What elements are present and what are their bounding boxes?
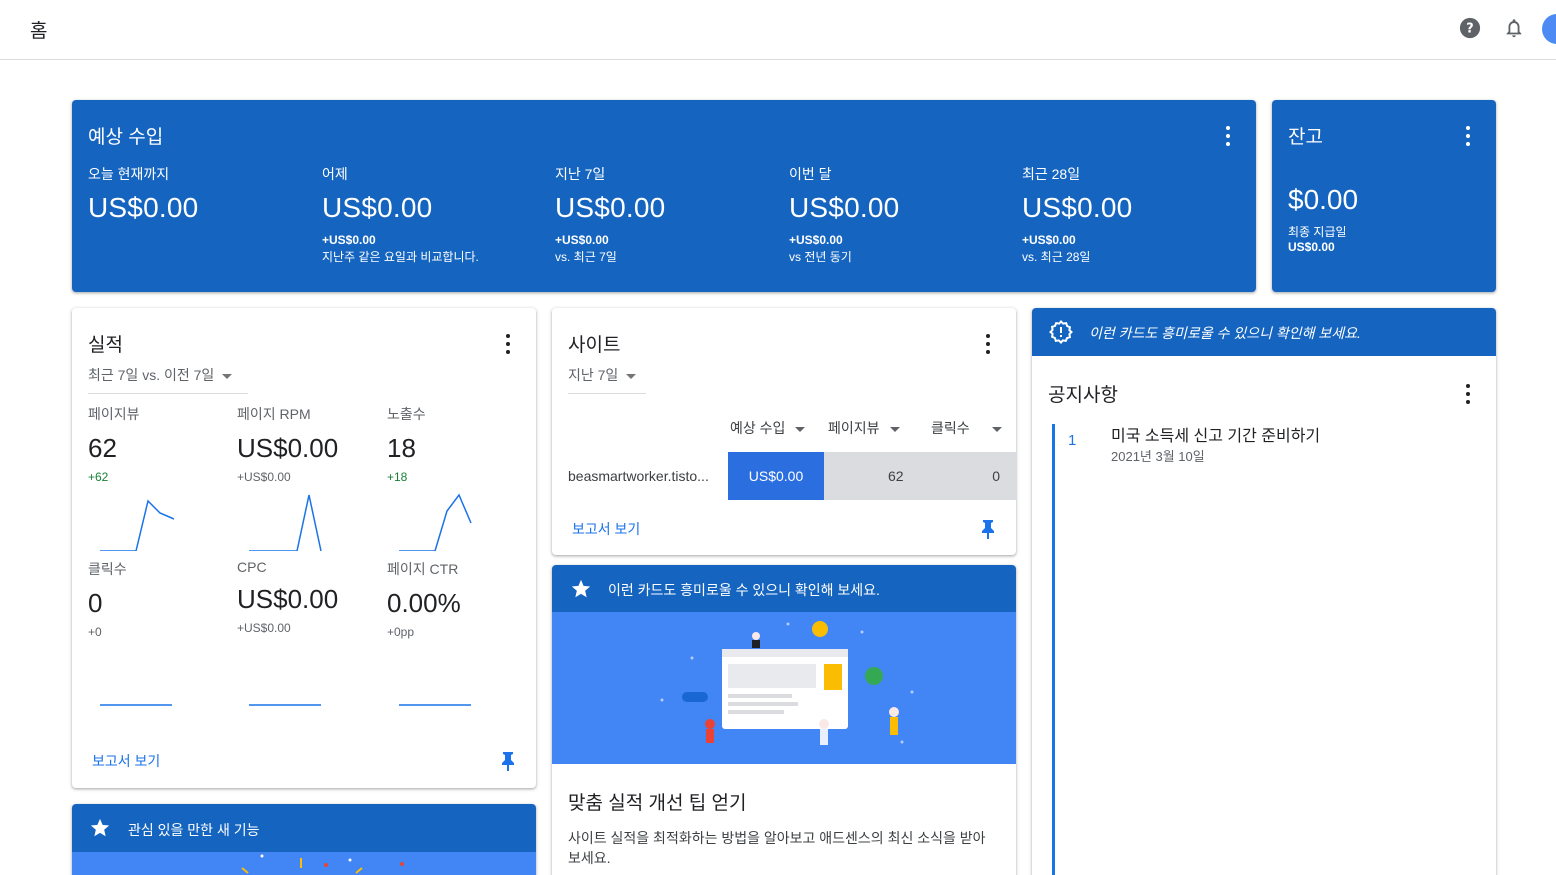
metric-page-ctr[interactable]: 페이지 CTR 0.00% +0pp <box>387 559 527 639</box>
announcement-title[interactable]: 미국 소득세 신고 기간 준비하기 <box>1111 422 1320 446</box>
column-header-earnings[interactable]: 예상 수입 <box>730 418 806 438</box>
chevron-down-icon <box>889 426 900 432</box>
site-metrics: 62 0 <box>824 452 1016 500</box>
more-options-icon[interactable] <box>1465 384 1471 404</box>
new-features-card: 관심 있을 만한 새 기능 <box>72 804 536 875</box>
site-earnings: US$0.00 <box>728 452 824 500</box>
site-pageviews: 62 <box>888 468 904 484</box>
last-payment-value: US$0.00 <box>1288 240 1335 254</box>
announcement-number: 1 <box>1068 432 1077 449</box>
last-payment-label: 최종 지급일 <box>1288 225 1347 239</box>
more-options-icon[interactable] <box>1225 126 1231 146</box>
tips-card: 이런 카드도 흥미로울 수 있으니 확인해 보세요. 맞춤 실적 개선 팁 얻기… <box>552 565 1016 875</box>
earnings-last-28-days: 최근 28일 US$0.00 +US$0.00 vs. 최근 28일 <box>1022 166 1133 264</box>
balance-card: 잔고 $0.00 최종 지급일 US$0.00 <box>1272 100 1496 292</box>
tips-title: 맞춤 실적 개선 팁 얻기 <box>568 793 747 814</box>
performance-title: 실적 <box>88 335 123 356</box>
earnings-this-month: 이번 달 US$0.00 +US$0.00 vs 전년 동기 <box>789 166 900 264</box>
account-avatar[interactable] <box>1542 14 1556 44</box>
date-range-dropdown[interactable]: 지난 7일 <box>568 365 646 394</box>
estimated-earnings-title: 예상 수입 <box>88 127 164 148</box>
clicks-sparkline <box>100 704 172 706</box>
site-clicks: 0 <box>992 468 1000 484</box>
view-report-link[interactable]: 보고서 보기 <box>92 751 160 771</box>
table-row[interactable]: beasmartworker.tisto... US$0.00 62 0 <box>552 452 1016 500</box>
metric-pageviews[interactable]: 페이지뷰 62 +62 <box>88 404 228 484</box>
announcements-card: 이런 카드도 흥미로울 수 있으니 확인해 보세요. 공지사항 1 미국 소득세… <box>1032 308 1496 875</box>
chevron-down-icon <box>626 373 637 379</box>
tips-illustration <box>552 612 1016 764</box>
chevron-down-icon <box>991 426 1002 432</box>
announcements-title: 공지사항 <box>1048 385 1118 406</box>
more-options-icon[interactable] <box>505 334 511 354</box>
cpc-sparkline <box>249 704 321 706</box>
pin-icon[interactable] <box>980 519 996 539</box>
column-header-pageviews[interactable]: 페이지뷰 <box>828 418 900 438</box>
star-icon <box>90 818 110 837</box>
impressions-sparkline <box>399 493 472 551</box>
earnings-today: 오늘 현재까지 US$0.00 <box>88 166 199 223</box>
pageviews-sparkline <box>100 499 174 551</box>
notifications-icon[interactable] <box>1503 17 1525 39</box>
sites-card: 사이트 지난 7일 예상 수입 페이지뷰 클릭수 beasmartworker.… <box>552 308 1016 555</box>
chevron-down-icon <box>795 426 806 432</box>
balance-value: $0.00 <box>1288 184 1359 215</box>
chevron-down-icon <box>222 373 233 379</box>
page-rpm-sparkline <box>249 494 322 551</box>
site-name: beasmartworker.tisto... <box>568 468 709 484</box>
announcement-date: 2021년 3월 10일 <box>1111 449 1205 464</box>
metric-clicks[interactable]: 클릭수 0 +0 <box>88 559 228 639</box>
estimated-earnings-card: 예상 수입 오늘 현재까지 US$0.00 어제 US$0.00 +US$0.0… <box>72 100 1256 292</box>
suggestion-banner: 이런 카드도 흥미로울 수 있으니 확인해 보세요. <box>552 565 1016 612</box>
view-report-link[interactable]: 보고서 보기 <box>572 519 640 539</box>
new-releases-icon <box>1049 320 1073 344</box>
star-icon <box>571 579 591 598</box>
metric-cpc[interactable]: CPC US$0.00 +US$0.00 <box>237 559 377 635</box>
pin-icon[interactable] <box>500 751 516 771</box>
announcement-indicator <box>1052 424 1055 875</box>
more-options-icon[interactable] <box>1465 126 1471 146</box>
top-app-bar: 홈 ? <box>0 0 1556 60</box>
sites-title: 사이트 <box>568 335 621 356</box>
more-options-icon[interactable] <box>985 334 991 354</box>
suggestion-banner: 이런 카드도 흥미로울 수 있으니 확인해 보세요. <box>1032 308 1496 356</box>
page-ctr-sparkline <box>399 704 471 706</box>
page-title: 홈 <box>30 21 48 42</box>
features-illustration <box>72 852 536 875</box>
tips-description: 사이트 실적을 최적화하는 방법을 알아보고 애드센스의 최신 소식을 받아보세… <box>568 830 986 866</box>
column-header-clicks[interactable]: 클릭수 <box>931 418 1002 438</box>
metric-impressions[interactable]: 노출수 18 +18 <box>387 404 527 484</box>
earnings-yesterday: 어제 US$0.00 +US$0.00 지난주 같은 요일과 비교합니다. <box>322 166 479 264</box>
metric-page-rpm[interactable]: 페이지 RPM US$0.00 +US$0.00 <box>237 404 377 484</box>
feature-banner: 관심 있을 만한 새 기능 <box>72 804 536 852</box>
balance-title: 잔고 <box>1288 127 1323 148</box>
date-range-dropdown[interactable]: 최근 7일 vs. 이전 7일 <box>88 365 248 394</box>
help-icon[interactable]: ? <box>1459 17 1481 39</box>
performance-card: 실적 최근 7일 vs. 이전 7일 페이지뷰 62 +62 페이지 RPM U… <box>72 308 536 788</box>
svg-text:?: ? <box>1466 22 1473 37</box>
earnings-last-7-days: 지난 7일 US$0.00 +US$0.00 vs. 최근 7일 <box>555 166 666 264</box>
